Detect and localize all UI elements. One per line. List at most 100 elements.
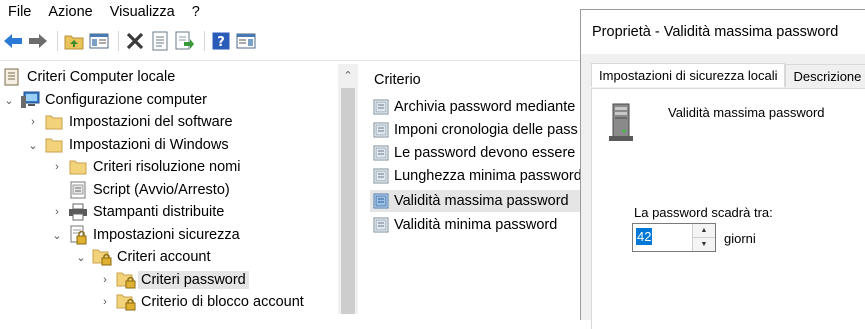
- list-item[interactable]: Archivia password mediante c: [372, 96, 580, 118]
- list-item[interactable]: Lunghezza minima password: [372, 165, 580, 187]
- show-action-pane-icon[interactable]: [235, 30, 257, 52]
- tree-item-impostazioni-windows[interactable]: ⌄ Impostazioni di Windows: [26, 134, 229, 156]
- dialog-tabs: Impostazioni di sicurezza locali Descriz…: [591, 63, 865, 88]
- policy-name: Validità massima password: [668, 105, 825, 120]
- tree-item-label: Criteri Computer locale: [27, 69, 176, 85]
- list-item-label: Imponi cronologia delle pass: [394, 122, 578, 138]
- help-icon[interactable]: ?: [210, 30, 232, 52]
- computer-icon: [20, 91, 40, 109]
- tree-item-label: Script (Avvio/Arresto): [93, 182, 230, 198]
- up-folder-icon[interactable]: [63, 30, 85, 52]
- policy-setting-icon: [372, 98, 390, 116]
- script-icon: [68, 181, 88, 199]
- console-tree: Criteri Computer locale ⌄ Configurazione…: [0, 64, 338, 314]
- back-icon[interactable]: [2, 30, 24, 52]
- tree-item-label: Impostazioni sicurezza: [93, 227, 240, 243]
- menu-visualizza[interactable]: Visualizza: [102, 4, 184, 20]
- toolbar: ?: [0, 28, 260, 54]
- column-header-criterio[interactable]: Criterio: [374, 72, 421, 88]
- list-item[interactable]: Imponi cronologia delle pass: [372, 119, 578, 141]
- tree-item-label: Configurazione computer: [45, 92, 208, 108]
- policy-list: Criterio Archivia password mediante c Im…: [364, 64, 580, 314]
- days-value[interactable]: 42: [636, 228, 653, 245]
- chevron-right-icon[interactable]: ›: [50, 206, 64, 218]
- unit-label: giorni: [724, 231, 756, 246]
- toolbar-separator: [57, 31, 58, 51]
- scroll-up-icon[interactable]: ⌃: [338, 64, 358, 86]
- scrollbar-thumb[interactable]: [341, 88, 355, 314]
- tree-item-criterio-blocco-account[interactable]: › Criterio di blocco account: [98, 291, 304, 313]
- folder-icon: [44, 113, 64, 131]
- locked-folder-icon: [116, 271, 136, 289]
- security-settings-icon: [68, 225, 88, 245]
- list-item[interactable]: Le password devono essere c: [372, 142, 580, 164]
- tree-item-configurazione-computer[interactable]: ⌄ Configurazione computer: [2, 89, 207, 111]
- list-item-label: Lunghezza minima password: [394, 168, 580, 184]
- menu-file[interactable]: File: [0, 4, 40, 20]
- printer-icon: [68, 203, 88, 221]
- chevron-right-icon[interactable]: ›: [50, 161, 64, 173]
- chevron-right-icon[interactable]: ›: [26, 116, 40, 128]
- policy-setting-icon: [372, 216, 390, 234]
- chevron-down-icon[interactable]: ⌄: [74, 251, 88, 264]
- policy-setting-icon: [372, 167, 390, 185]
- properties-dialog: Proprietà - Validità massima password Im…: [580, 9, 865, 329]
- folder-icon: [44, 136, 64, 154]
- locked-folder-icon: [116, 293, 136, 311]
- properties-icon[interactable]: [149, 30, 171, 52]
- policy-setting-icon: [372, 192, 390, 210]
- tree-item-label: Impostazioni di Windows: [69, 137, 229, 153]
- svg-text:?: ?: [217, 35, 225, 50]
- tree-item-script[interactable]: Script (Avvio/Arresto): [64, 179, 230, 201]
- chevron-right-icon[interactable]: ›: [98, 296, 112, 308]
- tree-item-label: Stampanti distribuite: [93, 204, 225, 220]
- server-icon: [608, 103, 634, 146]
- policy-setting-icon: [372, 121, 390, 139]
- list-item-label: Archivia password mediante c: [394, 99, 580, 115]
- tree-item-criteri-password[interactable]: › Criteri password: [98, 269, 249, 291]
- tree-item-criteri-risoluzione-nomi[interactable]: › Criteri risoluzione nomi: [50, 156, 240, 178]
- dialog-title-bar[interactable]: Proprietà - Validità massima password: [581, 10, 865, 54]
- days-stepper[interactable]: 42 ▲ ▼: [632, 223, 716, 252]
- tree-item-criteri-account[interactable]: ⌄ Criteri account: [74, 246, 210, 268]
- chevron-down-icon[interactable]: ⌄: [2, 94, 16, 107]
- dialog-title: Proprietà - Validità massima password: [592, 24, 839, 40]
- tree-scrollbar[interactable]: ⌃: [338, 64, 358, 314]
- chevron-down-icon[interactable]: ⌄: [26, 139, 40, 152]
- locked-folder-icon: [92, 248, 112, 266]
- tree-item-label: Criteri account: [117, 249, 211, 265]
- folder-icon: [68, 158, 88, 176]
- list-item-label: Validità minima password: [394, 217, 558, 233]
- tree-item-label: Criterio di blocco account: [141, 294, 304, 310]
- stepper-down-icon[interactable]: ▼: [693, 238, 715, 251]
- stepper-up-icon[interactable]: ▲: [693, 224, 715, 238]
- tab-descrizione[interactable]: Descrizione: [785, 64, 865, 88]
- toolbar-separator: [118, 31, 119, 51]
- menu-help[interactable]: ?: [184, 4, 209, 20]
- list-item-label: Validità massima password: [394, 193, 569, 209]
- forward-icon[interactable]: [27, 30, 49, 52]
- toolbar-divider: [0, 60, 580, 61]
- tree-item-label: Criteri risoluzione nomi: [93, 159, 241, 175]
- tree-item-impostazioni-sicurezza[interactable]: ⌄ Impostazioni sicurezza: [50, 224, 240, 246]
- list-item-label: Le password devono essere c: [394, 145, 580, 161]
- delete-icon[interactable]: [124, 30, 146, 52]
- policy-document-icon: [2, 68, 22, 86]
- stepper-buttons: ▲ ▼: [692, 224, 715, 251]
- tree-item-impostazioni-software[interactable]: › Impostazioni del software: [26, 111, 233, 133]
- tree-item-criteri-computer-locale[interactable]: Criteri Computer locale: [0, 66, 175, 88]
- expire-label: La password scadrà tra:: [634, 205, 773, 220]
- chevron-down-icon[interactable]: ⌄: [50, 229, 64, 242]
- tab-panel: Validità massima password La password sc…: [591, 88, 865, 329]
- policy-setting-icon: [372, 144, 390, 162]
- list-item[interactable]: Validità minima password: [372, 214, 557, 236]
- tree-item-stampanti-distribuite[interactable]: › Stampanti distribuite: [50, 201, 224, 223]
- tab-impostazioni-sicurezza-locali[interactable]: Impostazioni di sicurezza locali: [591, 63, 786, 87]
- menu-azione[interactable]: Azione: [40, 4, 101, 20]
- tree-item-label: Impostazioni del software: [69, 114, 233, 130]
- list-item-selected[interactable]: Validità massima password: [370, 190, 580, 212]
- chevron-right-icon[interactable]: ›: [98, 274, 112, 286]
- show-hide-tree-icon[interactable]: [88, 30, 110, 52]
- toolbar-separator: [204, 31, 205, 51]
- export-list-icon[interactable]: [174, 30, 196, 52]
